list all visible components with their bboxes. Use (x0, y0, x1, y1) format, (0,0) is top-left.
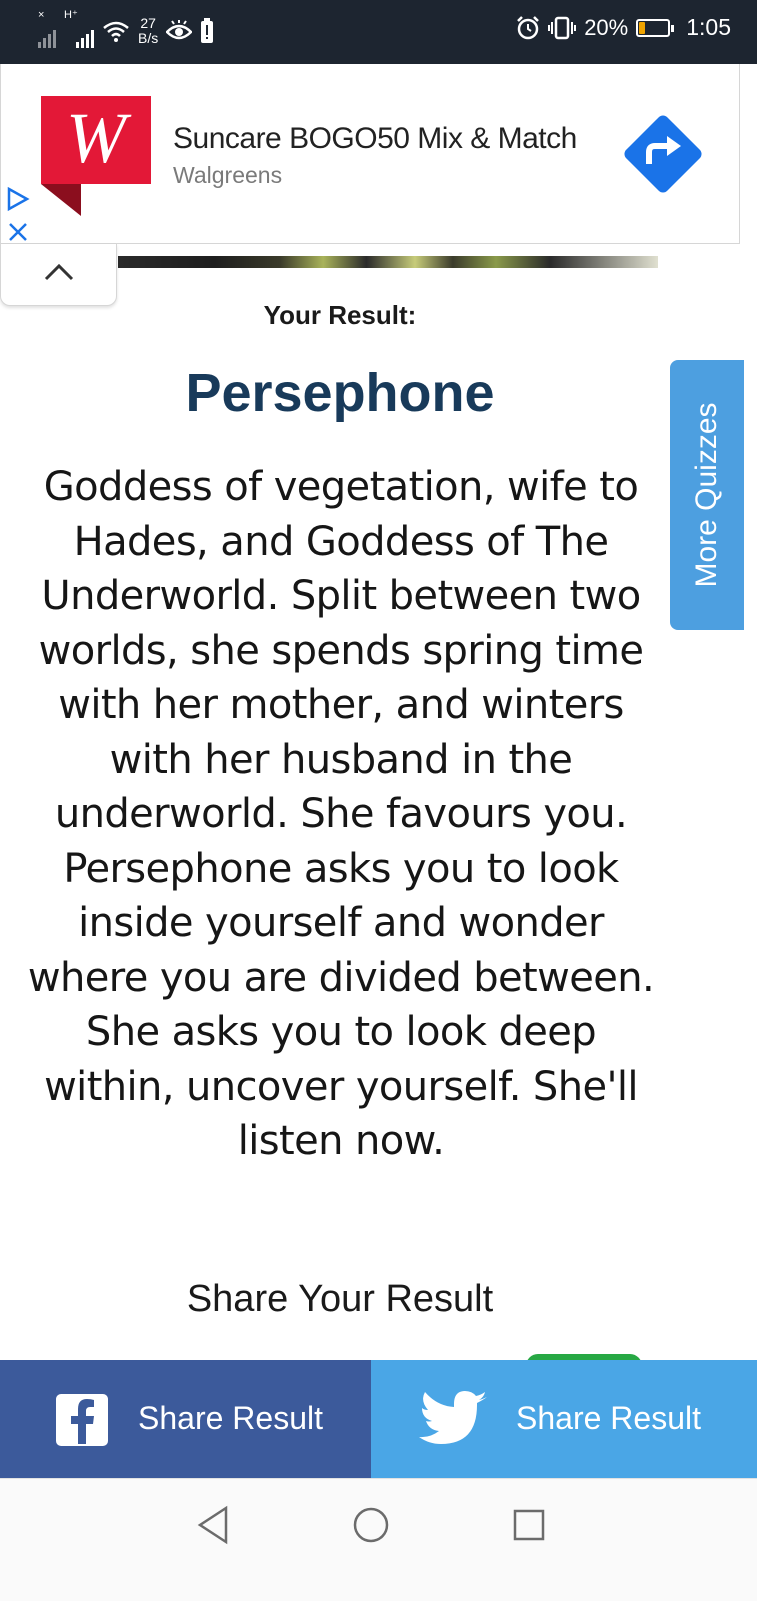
system-navbar (0, 1478, 757, 1601)
twitter-share-button[interactable]: Share Result (371, 1360, 757, 1478)
chevron-up-icon (44, 263, 74, 281)
home-icon[interactable] (352, 1505, 390, 1545)
facebook-share-label: Share Result (138, 1400, 323, 1436)
adchoices-icon[interactable] (5, 186, 31, 212)
share-heading: Share Your Result (186, 1278, 494, 1320)
result-description: Goddess of vegetation, wife to Hades, an… (27, 464, 655, 1164)
clock: 1:05 (686, 14, 731, 40)
recents-icon[interactable] (512, 1505, 546, 1545)
directions-arrow-icon[interactable] (621, 112, 705, 196)
more-quizzes-tab[interactable]: More Quizzes (670, 360, 744, 630)
result-title: Persephone (185, 363, 495, 423)
battery-alert-icon (201, 18, 214, 43)
twitter-icon (419, 1391, 487, 1444)
ad-close-icon[interactable] (5, 219, 31, 245)
status-right: 20% 1:05 (516, 14, 731, 41)
wifi-icon (103, 21, 129, 42)
battery-percent: 20% (584, 14, 629, 40)
no-signal-icon: × (38, 10, 56, 48)
battery-fill (639, 21, 646, 34)
your-result-label: Your Result: (263, 300, 417, 330)
facebook-share-button[interactable]: Share Result (0, 1360, 371, 1478)
battery-icon (636, 18, 675, 37)
collapse-ad-button[interactable] (0, 244, 117, 306)
ad-banner[interactable]: W Suncare BOGO50 Mix & Match Walgreens (0, 64, 740, 244)
status-bar: × H⁺ 27 B/s 20% 1:05 (0, 0, 757, 64)
net-speed-value: 27 (140, 15, 156, 31)
twitter-share-label: Share Result (516, 1400, 701, 1436)
signal-icon: H⁺ (64, 10, 94, 48)
net-speed: 27 B/s (138, 16, 158, 46)
more-quizzes-label: More Quizzes (690, 402, 723, 588)
share-bar: Share Result Share Result (0, 1360, 757, 1478)
back-icon[interactable] (196, 1505, 230, 1545)
ad-advertiser: Walgreens (173, 162, 283, 188)
ad-title[interactable]: Suncare BOGO50 Mix & Match (173, 122, 577, 156)
vibrate-icon (548, 16, 577, 39)
result-image (118, 256, 658, 268)
eye-icon (166, 20, 193, 40)
net-speed-unit: B/s (138, 30, 159, 46)
status-left: × H⁺ 27 B/s (38, 10, 214, 48)
facebook-icon (56, 1394, 108, 1446)
alarm-icon (517, 15, 540, 39)
logo-letter: W (66, 98, 132, 178)
walgreens-logo: W (41, 96, 151, 216)
